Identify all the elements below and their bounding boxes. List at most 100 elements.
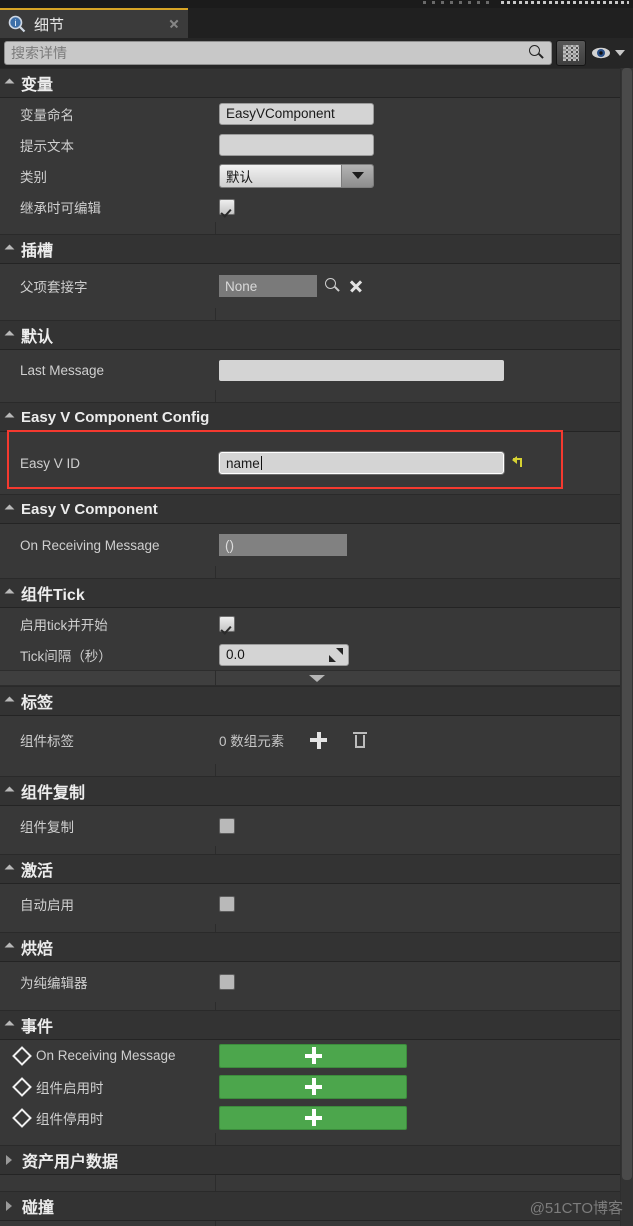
auto-activate-checkbox[interactable] [219, 896, 235, 912]
row-auto-activate: 自动启用 [0, 884, 633, 924]
close-icon[interactable] [168, 18, 180, 30]
category-header-easyv-component[interactable]: Easy V Component [0, 494, 633, 524]
row-label: 类别 [20, 169, 47, 185]
section-spacer [0, 924, 633, 932]
drag-handle-dots [501, 1, 629, 4]
row-event-on-component-deactivated: 组件停用时 [0, 1102, 633, 1133]
row-label: 父项套接字 [20, 280, 88, 295]
search-input[interactable]: 搜索详情 [4, 41, 552, 65]
category-header-variable[interactable]: 变量 [0, 68, 633, 98]
expand-triangle-icon [4, 78, 15, 88]
advanced-expander[interactable] [0, 670, 633, 686]
event-diamond-icon [14, 1048, 29, 1063]
tick-interval-value: 0.0 [226, 647, 245, 662]
category-header-component-tick[interactable]: 组件Tick [0, 578, 633, 608]
start-with-tick-enabled-checkbox[interactable] [219, 615, 235, 632]
editor-only-checkbox[interactable] [219, 974, 235, 990]
row-label: 继承时可编辑 [20, 200, 101, 216]
tab-bar: i 细节 [0, 8, 633, 38]
row-label-wrap: On Receiving Message [0, 1048, 215, 1063]
tab-details[interactable]: i 细节 [0, 8, 188, 38]
component-replicates-checkbox[interactable] [219, 818, 235, 834]
svg-text:i: i [15, 18, 17, 28]
category-title: 激活 [21, 863, 54, 880]
expand-triangle-icon [4, 786, 15, 796]
category-header-component-replication[interactable]: 组件复制 [0, 776, 633, 806]
row-tick-interval: Tick间隔（秒） 0.0 [0, 639, 633, 670]
expand-triangle-icon [4, 864, 15, 874]
row-event-on-receiving-message: On Receiving Message [0, 1040, 633, 1071]
expand-triangle-icon [4, 942, 15, 952]
section-spacer [0, 566, 633, 578]
row-label: 组件复制 [20, 820, 74, 835]
delete-all-icon[interactable] [353, 732, 368, 748]
category-dropdown-value: 默认 [220, 164, 341, 187]
row-label-wrap: 组件启用时 [0, 1077, 215, 1097]
add-event-button-on-component-deactivated[interactable] [219, 1105, 407, 1130]
clear-icon[interactable] [349, 279, 363, 293]
expand-triangle-icon [4, 1020, 15, 1030]
visibility-settings[interactable] [590, 45, 629, 61]
row-parent-socket: 父项套接字 None [0, 264, 633, 308]
category-header-socket[interactable]: 插槽 [0, 234, 633, 264]
expand-triangle-icon [4, 504, 15, 514]
section-spacer [0, 1133, 633, 1145]
category-title: 资产用户数据 [22, 1154, 119, 1171]
category-title: 默认 [21, 329, 54, 346]
category-header-asset-user-data[interactable]: 资产用户数据 [0, 1145, 633, 1175]
parent-socket-field[interactable]: None [219, 275, 317, 297]
category-header-activation[interactable]: 激活 [0, 854, 633, 884]
row-editor-only: 为纯编辑器 [0, 962, 633, 1002]
row-label: Tick间隔（秒） [20, 648, 112, 664]
scrollbar-thumb[interactable] [622, 68, 632, 1180]
row-label: 提示文本 [20, 138, 74, 154]
reset-to-default-icon[interactable] [512, 456, 526, 470]
eye-visibility-icon[interactable] [590, 45, 612, 61]
category-title: 碰撞 [22, 1200, 55, 1217]
add-event-button-on-component-activated[interactable] [219, 1074, 407, 1099]
text-caret [260, 456, 262, 470]
expand-triangle-icon [4, 696, 15, 706]
grid-view-button[interactable] [556, 40, 586, 66]
add-event-button-on-receiving-message[interactable] [219, 1043, 407, 1068]
chevron-down-icon[interactable] [341, 164, 373, 187]
section-spacer [0, 308, 633, 320]
expand-triangle-icon [4, 330, 15, 340]
spinner-arrows-icon[interactable] [329, 647, 343, 662]
category-title: 变量 [21, 77, 54, 94]
array-element-count: 0 数组元素 [219, 734, 285, 749]
vertical-scrollbar[interactable] [621, 68, 633, 1226]
expand-triangle-icon [4, 244, 15, 254]
row-label: 为纯编辑器 [20, 976, 88, 991]
editable-when-inherited-checkbox[interactable] [219, 198, 235, 215]
row-tooltip-text: 提示文本 [0, 129, 633, 160]
chevron-down-icon[interactable] [615, 50, 625, 56]
tooltip-text-input[interactable] [219, 133, 374, 156]
grid-view-icon [563, 45, 579, 61]
on-receiving-message-delegate[interactable]: () [219, 534, 347, 556]
category-header-easyv-config[interactable]: Easy V Component Config [0, 402, 633, 432]
section-spacer [0, 390, 633, 402]
category-title: 插槽 [21, 243, 54, 260]
last-message-field[interactable] [219, 359, 504, 381]
collapse-triangle-icon [6, 1201, 12, 1211]
section-spacer [0, 846, 633, 854]
browse-icon[interactable] [325, 278, 341, 294]
easyv-id-input[interactable]: name [219, 452, 504, 474]
tick-interval-input[interactable]: 0.0 [219, 643, 349, 666]
properties-scroll-area[interactable]: 变量 变量命名 EasyVComponent 提示文本 类别 默认 继承时可编辑… [0, 68, 633, 1226]
plus-icon [304, 1109, 322, 1126]
category-header-events[interactable]: 事件 [0, 1010, 633, 1040]
event-diamond-icon [14, 1079, 29, 1094]
add-element-icon[interactable] [310, 731, 328, 749]
category-header-default[interactable]: 默认 [0, 320, 633, 350]
variable-name-input[interactable]: EasyVComponent [219, 102, 374, 125]
category-dropdown[interactable]: 默认 [219, 163, 374, 188]
row-label: Last Message [20, 362, 105, 378]
row-last-message: Last Message [0, 350, 633, 390]
category-header-cooking[interactable]: 烘焙 [0, 932, 633, 962]
event-diamond-icon [14, 1110, 29, 1125]
category-header-tags[interactable]: 标签 [0, 686, 633, 716]
category-title: 组件Tick [21, 587, 85, 604]
row-label: 组件标签 [20, 734, 74, 749]
